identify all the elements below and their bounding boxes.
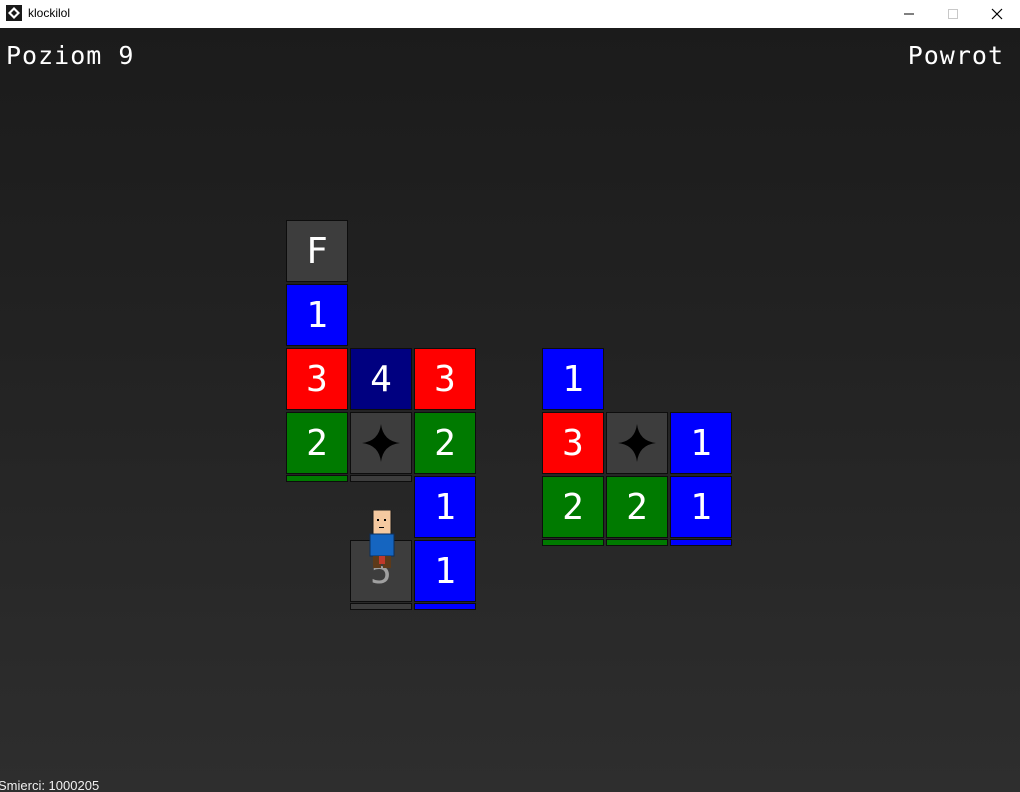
- tile-red: 3: [542, 412, 604, 474]
- tile-edge: [414, 603, 476, 610]
- death-counter: Smierci: 1000205: [0, 778, 100, 792]
- tile-green: 2: [286, 412, 348, 474]
- close-button[interactable]: [974, 0, 1020, 28]
- tile-label: 1: [690, 422, 712, 464]
- tile-label: 2: [306, 422, 328, 464]
- tile-navy: 4: [350, 348, 412, 410]
- maximize-button[interactable]: [930, 0, 976, 28]
- tile-red: 3: [286, 348, 348, 410]
- tile-edge: [350, 603, 412, 610]
- tile-blue: 1: [670, 412, 732, 474]
- window-title: klockilol: [28, 6, 71, 20]
- tile-label: F: [306, 230, 328, 272]
- tile-green: 2: [606, 476, 668, 538]
- tile-blue: 1: [286, 284, 348, 346]
- four-point-star-icon: [618, 424, 656, 462]
- player-character: [369, 510, 395, 568]
- tile-star: [606, 412, 668, 474]
- app-logo-icon: [6, 5, 22, 21]
- tile-blue: 1: [414, 476, 476, 538]
- tile-blue: 1: [542, 348, 604, 410]
- tile-label: 3: [434, 358, 456, 400]
- back-button[interactable]: Powrot: [908, 41, 1004, 70]
- app-window: klockilol Poziom 9 Powrot F 1 3 4 3 2 2 …: [0, 0, 1020, 792]
- tile-label: 1: [690, 486, 712, 528]
- tile-green: 2: [542, 476, 604, 538]
- title-bar[interactable]: klockilol: [0, 0, 1020, 28]
- tile-label: 4: [370, 358, 392, 400]
- tile-label: 1: [434, 550, 456, 592]
- tile-edge: [542, 539, 604, 546]
- tile-label: 1: [562, 358, 584, 400]
- tile-green: 2: [414, 412, 476, 474]
- four-point-star-icon: [362, 424, 400, 462]
- game-canvas[interactable]: Poziom 9 Powrot F 1 3 4 3 2 2 1 5 1 1 3 …: [0, 28, 1020, 792]
- tile-label: 1: [434, 486, 456, 528]
- tile-red: 3: [414, 348, 476, 410]
- tile-blue: 1: [670, 476, 732, 538]
- tile-edge: [606, 539, 668, 546]
- level-label: Poziom 9: [6, 41, 135, 70]
- minimize-button[interactable]: [886, 0, 932, 28]
- tile-label: 2: [626, 486, 648, 528]
- tile-star: [350, 412, 412, 474]
- tile-edge: [350, 475, 412, 482]
- tile-label: 3: [306, 358, 328, 400]
- tile-finish: F: [286, 220, 348, 282]
- tile-label: 2: [562, 486, 584, 528]
- close-icon: [991, 8, 1003, 20]
- tile-label: 1: [306, 294, 328, 336]
- maximize-icon: [948, 9, 958, 19]
- tile-edge: [670, 539, 732, 546]
- tile-label: 3: [562, 422, 584, 464]
- tile-blue: 1: [414, 540, 476, 602]
- minimize-icon: [904, 13, 914, 15]
- tile-label: 2: [434, 422, 456, 464]
- tile-edge: [286, 475, 348, 482]
